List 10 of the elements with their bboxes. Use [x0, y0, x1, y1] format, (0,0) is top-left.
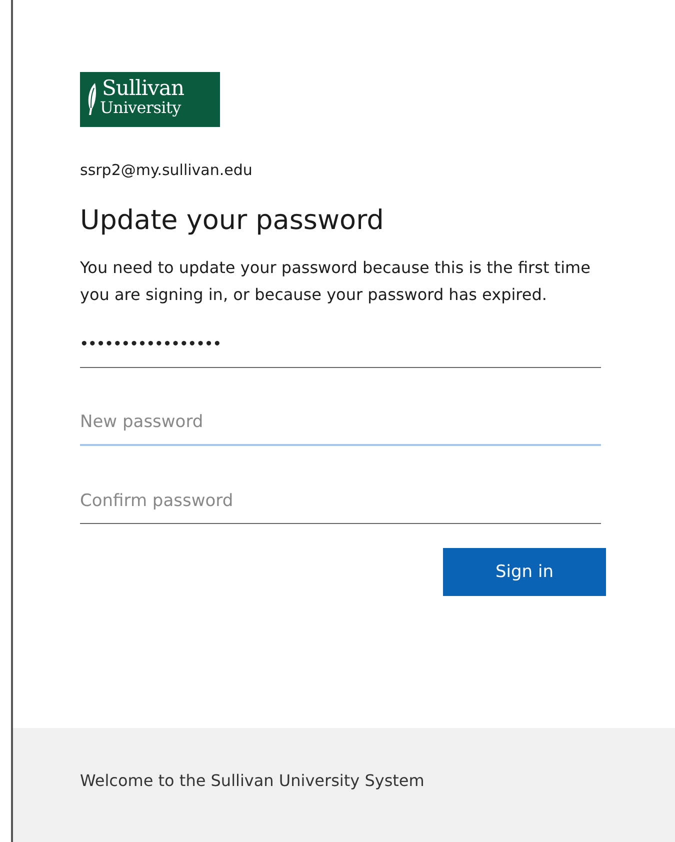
- info-message: You need to update your password because this is the first time you are signing in, or because your password has expired.: [80, 257, 592, 306]
- account-email: ssrp2@my.sullivan.edu: [80, 161, 254, 179]
- footer-text: Welcome to the Sullivan University System: [80, 771, 424, 790]
- university-logo: Sullivan University: [80, 72, 220, 127]
- password-field[interactable]: Confirm password: [80, 474, 601, 524]
- sign-in-button[interactable]: Sign in: [443, 548, 606, 596]
- password-field[interactable]: •••••••••••••••••: [80, 318, 601, 368]
- leaf-icon: [86, 82, 98, 116]
- page-title: Update your password: [80, 205, 385, 236]
- password-field[interactable]: New password: [80, 396, 601, 446]
